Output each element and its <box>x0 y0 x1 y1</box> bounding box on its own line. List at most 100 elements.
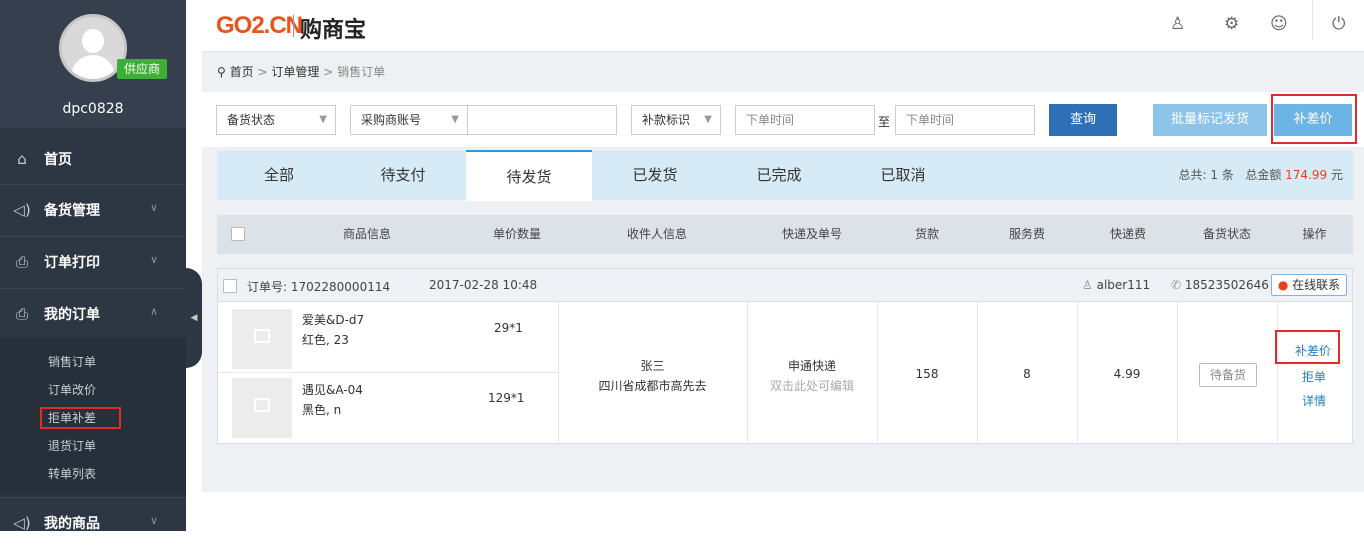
order-checkbox[interactable] <box>223 279 237 293</box>
chevron-down-icon: ▼ <box>319 114 327 125</box>
chevron-down-icon: ∨ <box>149 253 158 266</box>
tab-shipped[interactable]: 已发货 <box>593 151 717 200</box>
speaker-icon: ◁) <box>13 200 31 219</box>
recipient-name: 张三 <box>640 359 665 373</box>
breadcrumb-level1[interactable]: 订单管理 <box>271 65 319 79</box>
nav-label: 首页 <box>44 152 72 168</box>
stock-status-select[interactable]: 备货状态 ▼ <box>216 105 336 135</box>
service-fee: 8 <box>1023 367 1031 381</box>
tab-all[interactable]: 全部 <box>217 151 341 200</box>
order-number: 订单号: 1702280000114 <box>247 280 391 294</box>
submenu-transfer-list[interactable]: 转单列表 <box>48 465 96 482</box>
select-all-checkbox[interactable] <box>231 227 245 241</box>
product-name[interactable]: 爱美&D-d7 <box>302 311 364 328</box>
profile-panel: 供应商 dpc0828 <box>0 0 186 128</box>
column-header: 货款 <box>914 227 939 241</box>
goods-amount: 158 <box>915 367 939 381</box>
orders-submenu: 销售订单 订单改价 拒单补差 退货订单 转单列表 <box>0 338 186 495</box>
submenu-return-orders[interactable]: 退货订单 <box>48 437 96 454</box>
product-name[interactable]: 遇见&A-04 <box>302 381 363 398</box>
column-header: 收件人信息 <box>626 227 687 241</box>
to-label: 至 <box>878 115 891 129</box>
total-amount: 174.99 <box>1285 168 1328 182</box>
nav-label: 我的订单 <box>44 306 100 323</box>
shipping-fee: 4.99 <box>1113 367 1141 381</box>
nav-item-my-products[interactable]: ◁) 我的商品 ∨ <box>0 497 186 547</box>
sidebar-collapse-handle[interactable]: ◀ <box>186 268 202 368</box>
submenu-sales-orders[interactable]: 销售订单 <box>48 353 96 370</box>
highlight-box <box>1271 94 1357 144</box>
nav-item-print[interactable]: ⎙ 订单打印 ∨ <box>0 236 186 286</box>
logo-cn: 购商宝 <box>300 18 367 43</box>
highlight-box <box>40 407 121 429</box>
speaker-icon: ◁) <box>13 513 31 532</box>
service-icon[interactable]: ☺ <box>1270 14 1288 34</box>
column-header: 服务费 <box>1008 227 1045 241</box>
column-header: 快递及单号 <box>781 227 842 241</box>
home-icon: ⌂ <box>17 150 27 168</box>
chevron-up-icon: ∧ <box>149 305 158 318</box>
buyer-info: ♙ alber111 <box>1082 278 1150 292</box>
logo[interactable]: GO2.CN <box>216 12 303 40</box>
submenu-order-price-change[interactable]: 订单改价 <box>48 381 96 398</box>
user-icon: ♙ <box>1082 278 1093 292</box>
breadcrumb-current: 销售订单 <box>337 65 386 79</box>
order-time: 2017-02-28 10:48 <box>429 278 538 292</box>
query-button[interactable]: 查询 <box>1049 104 1117 136</box>
power-icon[interactable]: ⏻ <box>1332 14 1345 34</box>
online-chat-button[interactable]: ● 在线联系 <box>1271 274 1347 296</box>
buyer-account-input[interactable] <box>467 105 617 135</box>
chevron-down-icon: ▼ <box>451 114 459 125</box>
product-thumbnail[interactable] <box>232 378 292 438</box>
phone-icon: ✆ <box>1171 278 1182 292</box>
buyer-account-select[interactable]: 采购商账号 ▼ <box>350 105 468 135</box>
unit-price-qty: 29*1 <box>494 321 523 335</box>
username: dpc0828 <box>62 101 124 117</box>
nav-label: 备货管理 <box>44 202 100 219</box>
order-summary: 总共: 1 条 总金额 174.99 元 <box>1178 168 1343 182</box>
product-spec: 黑色, n <box>302 403 342 417</box>
user-icon[interactable]: ♙ <box>1170 14 1185 34</box>
tab-pending-payment[interactable]: 待支付 <box>341 151 465 200</box>
tab-completed[interactable]: 已完成 <box>717 151 841 200</box>
recipient-address: 四川省成都市高先去 <box>598 379 707 393</box>
supplement-flag-select[interactable]: 补款标识 ▼ <box>631 105 721 135</box>
role-badge: 供应商 <box>117 59 167 79</box>
nav-item-home[interactable]: ⌂ 首页 <box>0 134 186 184</box>
table-header: 商品信息 单价数量 收件人信息 快递及单号 货款 服务费 快递费 备货状态 操作 <box>217 215 1353 254</box>
unit-price-qty: 129*1 <box>488 391 525 405</box>
nav-item-stock[interactable]: ◁) 备货管理 ∨ <box>0 184 186 234</box>
column-header: 操作 <box>1302 227 1327 241</box>
express-company[interactable]: 申通快递 <box>747 357 877 374</box>
status-tabs: 全部 待支付 待发货 已发货 已完成 已取消 总共: 1 条 总金额 174.9… <box>217 150 1353 201</box>
top-bar: GO2.CN 购商宝 ♙ ⚙ ☺ ⏻ <box>202 0 1364 52</box>
breadcrumb: ⚲ 首页 > 订单管理 > 销售订单 <box>217 65 386 79</box>
order-details-link[interactable]: 详情 <box>1302 392 1326 409</box>
batch-ship-button[interactable]: 批量标记发货 <box>1153 104 1267 136</box>
nav-label: 我的商品 <box>44 515 100 532</box>
product-thumbnail[interactable] <box>232 309 292 369</box>
tab-cancelled[interactable]: 已取消 <box>841 151 965 200</box>
column-header: 备货状态 <box>1202 227 1251 241</box>
chevron-down-icon: ▼ <box>704 114 712 125</box>
qq-icon: ● <box>1277 278 1289 292</box>
sidebar: 供应商 dpc0828 ⌂ 首页 ◁) 备货管理 ∨ ⎙ 订单打印 ∨ ⎙ 我的… <box>0 0 186 532</box>
gear-icon[interactable]: ⚙ <box>1224 14 1239 34</box>
breadcrumb-home[interactable]: 首页 <box>230 65 254 79</box>
order-header: 订单号: 1702280000114 2017-02-28 10:48 ♙ al… <box>218 269 1352 302</box>
printer-icon: ⎙ <box>15 252 28 271</box>
nav-item-my-orders[interactable]: ⎙ 我的订单 ∧ <box>0 288 186 338</box>
date-from-input[interactable]: 下单时间 <box>735 105 875 135</box>
column-header: 快递费 <box>1109 227 1146 241</box>
chevron-down-icon: ∨ <box>149 201 158 214</box>
buyer-phone: ✆ 18523502646 <box>1171 278 1269 292</box>
product-spec: 红色, 23 <box>302 333 349 347</box>
nav-label: 订单打印 <box>44 254 100 271</box>
order-card: 订单号: 1702280000114 2017-02-28 10:48 ♙ al… <box>217 268 1353 444</box>
column-header: 商品信息 <box>342 227 391 241</box>
reject-order-link[interactable]: 拒单 <box>1302 368 1326 385</box>
date-to-input[interactable]: 下单时间 <box>895 105 1035 135</box>
stock-status-button[interactable]: 待备货 <box>1199 363 1257 387</box>
column-header: 单价数量 <box>492 227 541 241</box>
tab-pending-shipment[interactable]: 待发货 <box>466 150 592 201</box>
